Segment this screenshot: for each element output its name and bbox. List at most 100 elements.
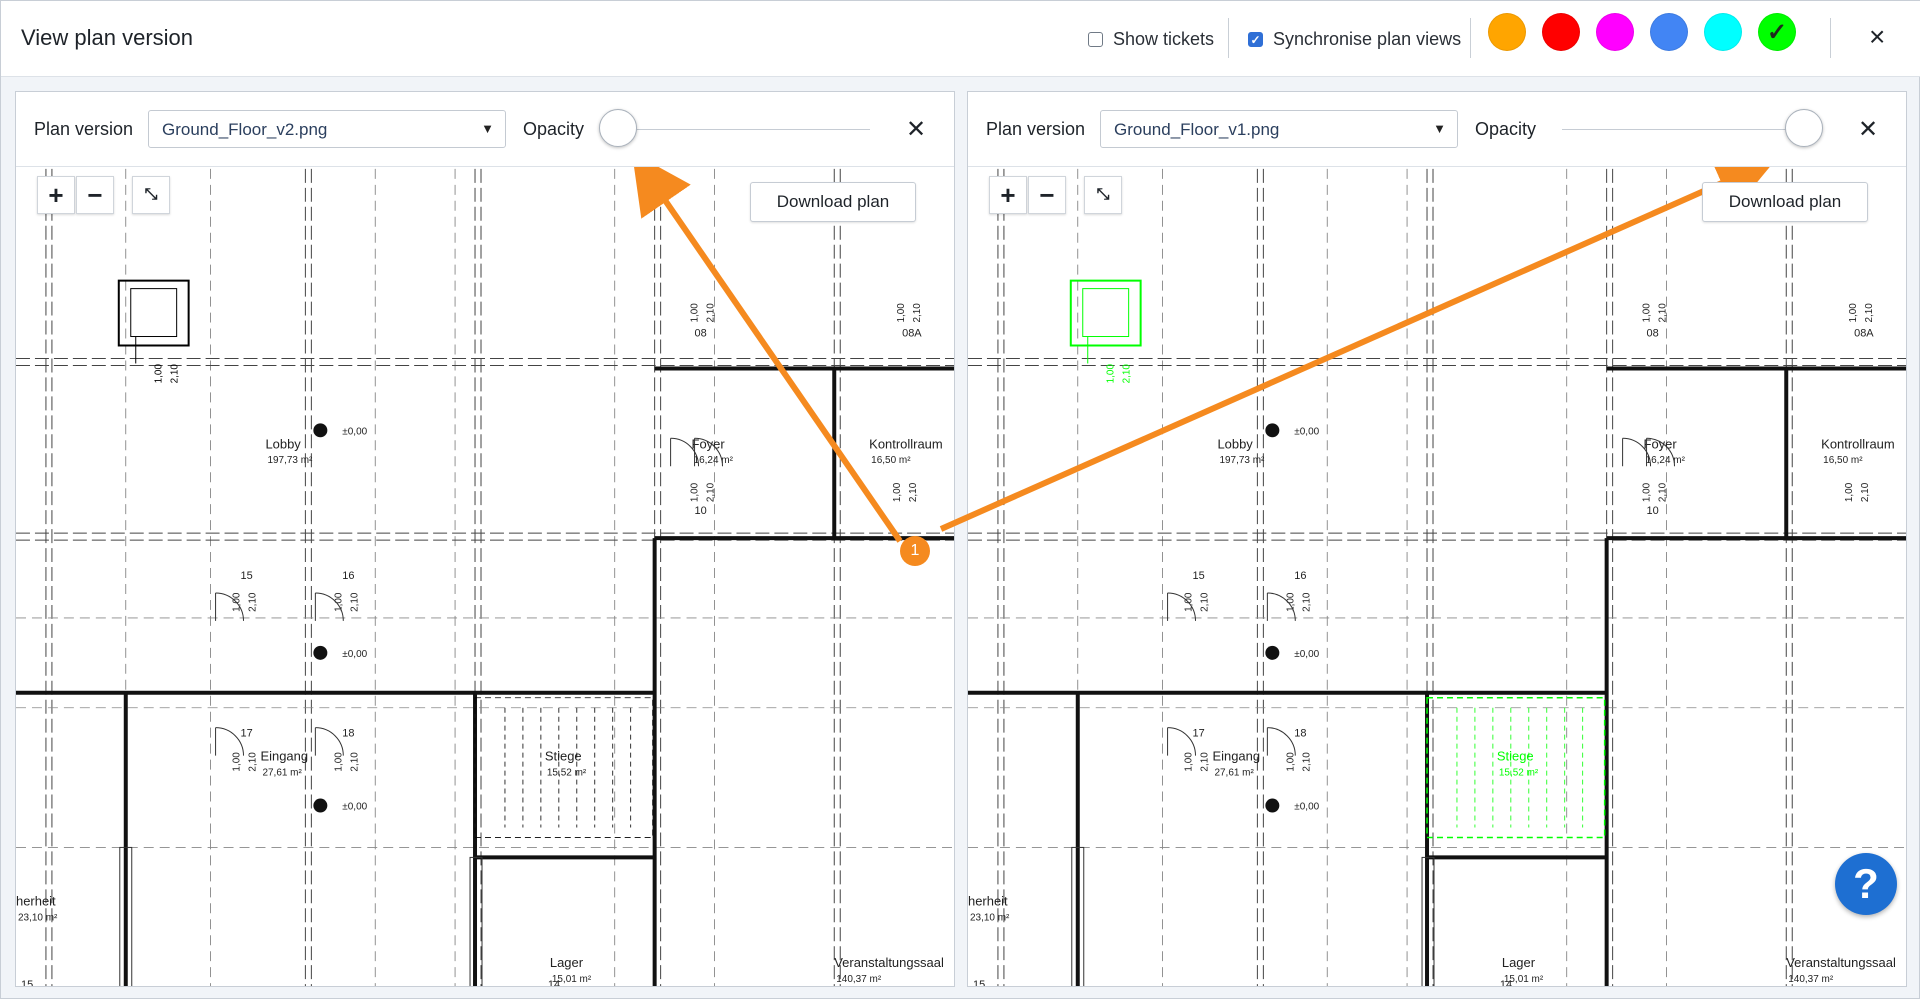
color-swatch-red[interactable]: [1542, 13, 1580, 51]
synchronise-label: Synchronise plan views: [1273, 29, 1462, 49]
room-area: 23,10 m²: [970, 912, 1010, 923]
level-marker-icon: [313, 423, 328, 438]
level-marker-icon: [1265, 645, 1280, 660]
room-area: 16,50 m²: [871, 455, 911, 466]
door-number: 08: [1647, 328, 1659, 340]
pane-toolbar: Plan version Ground_Floor_v1.png ▼ Opaci…: [968, 92, 1906, 167]
dimension-label: 2,10: [247, 592, 258, 612]
door-number: 17: [1193, 728, 1205, 740]
level-label: ±0,00: [342, 802, 367, 813]
room-area: 197,73 m²: [267, 455, 313, 466]
download-plan-button[interactable]: Download plan: [750, 182, 916, 222]
plan-version-select[interactable]: Ground_Floor_v1.png ▼: [1100, 110, 1458, 148]
opacity-slider-handle[interactable]: [599, 109, 637, 147]
help-button[interactable]: ?: [1835, 853, 1897, 915]
level-marker-icon: [1265, 423, 1280, 438]
elevator-cab: [130, 288, 178, 338]
plan-pane-right: Plan version Ground_Floor_v1.png ▼ Opaci…: [967, 91, 1907, 987]
callout-badge: 1: [900, 536, 930, 566]
download-plan-button[interactable]: Download plan: [1702, 182, 1868, 222]
color-swatch-blue[interactable]: [1650, 13, 1688, 51]
fit-screen-icon[interactable]: ⤡: [132, 176, 170, 214]
opacity-slider-track[interactable]: [618, 129, 870, 130]
synchronise-checkbox[interactable]: ✓ Synchronise plan views: [1248, 29, 1461, 50]
dimension-label: 2,10: [1301, 592, 1312, 612]
room-area: 16,24 m²: [1646, 455, 1686, 466]
room-name-kontrollraum: Kontrollraum: [869, 436, 943, 451]
dimension-label: 2,10: [1860, 482, 1871, 502]
door-swing: [1267, 727, 1296, 756]
plan-version-label: Plan version: [34, 119, 134, 139]
zoom-out-button[interactable]: −: [76, 176, 114, 214]
chevron-down-icon: ▼: [1433, 121, 1446, 136]
opacity-slider-track[interactable]: [1562, 129, 1814, 130]
color-swatch-green[interactable]: ✓: [1758, 13, 1796, 51]
room-area: 140,37 m²: [836, 974, 882, 985]
plan-pane-left: Plan version Ground_Floor_v2.png ▼ Opaci…: [15, 91, 955, 987]
selected-file: Ground_Floor_v2.png: [162, 120, 328, 139]
dimension-label: 2,10: [349, 592, 360, 612]
door-number: 08A: [902, 328, 922, 340]
zoom-out-button[interactable]: −: [1028, 176, 1066, 214]
dialog-header: View plan version Show tickets ✓ Synchro…: [1, 1, 1920, 77]
dimension-label: 1,00: [1285, 752, 1296, 772]
room-name-herheit: herheit: [16, 893, 56, 908]
room-name-stiege: Stiege: [1497, 749, 1534, 764]
level-label: ±0,00: [1294, 649, 1319, 660]
dimension-label: 2,10: [247, 752, 258, 772]
close-pane-icon[interactable]: ✕: [1858, 115, 1878, 144]
dimension-label: 1,00: [154, 364, 165, 384]
show-tickets-checkbox[interactable]: Show tickets: [1088, 29, 1214, 50]
floor-plan-image[interactable]: 1,00 2,10Stiege15,52 m²Lobby197,73 m²Foye…: [968, 168, 1906, 987]
floor-plan-image[interactable]: 1,00 2,10Stiege15,52 m²Lobby197,73 m²Foye…: [16, 168, 954, 987]
checkmark-icon: ✓: [1766, 18, 1788, 46]
color-swatch-cyan[interactable]: [1704, 13, 1742, 51]
opacity-slider-handle[interactable]: [1785, 109, 1823, 147]
elevator-outline: [1069, 279, 1142, 347]
room-name-lobby: Lobby: [265, 436, 301, 451]
close-pane-icon[interactable]: ✕: [906, 115, 926, 144]
dimension-label: 2,10: [1864, 303, 1875, 323]
dimension-label: 2,10: [706, 303, 717, 323]
color-swatch-orange[interactable]: [1488, 13, 1526, 51]
room-area-stiege: 15,52 m²: [547, 768, 587, 779]
checkbox-checked-icon[interactable]: ✓: [1248, 32, 1263, 47]
room-name-veranstaltungssaal: Veranstaltungssaal: [834, 955, 944, 970]
level-marker-icon: [1265, 798, 1280, 813]
level-label: ±0,00: [1294, 426, 1319, 437]
show-tickets-label: Show tickets: [1113, 29, 1215, 49]
door-number: 18: [342, 728, 354, 740]
dimension-label: 2,10: [1199, 592, 1210, 612]
room-name-stiege: Stiege: [545, 749, 582, 764]
dimension-label: 1,00: [1642, 303, 1653, 323]
zoom-in-button[interactable]: +: [37, 176, 75, 214]
dimension-label: 2,10: [170, 364, 181, 384]
fit-screen-icon[interactable]: ⤡: [1084, 176, 1122, 214]
dimension-label: 2,10: [706, 482, 717, 502]
dimension-label: 1,00: [333, 752, 344, 772]
door-number: 18: [1294, 728, 1306, 740]
zoom-in-button[interactable]: +: [989, 176, 1027, 214]
room-name-kontrollraum: Kontrollraum: [1821, 436, 1895, 451]
door-number: 10: [1647, 505, 1659, 517]
divider: [1470, 18, 1471, 58]
dialog-title: View plan version: [21, 25, 194, 50]
divider: [1228, 18, 1229, 58]
opacity-label: Opacity: [523, 119, 585, 139]
dimension-label: 1,00: [232, 752, 243, 772]
room-area: 16,24 m²: [694, 455, 734, 466]
close-icon[interactable]: ×: [1869, 23, 1885, 51]
dimension-label: 1,00: [690, 303, 701, 323]
door-number: 17: [241, 728, 253, 740]
color-swatch-magenta[interactable]: [1596, 13, 1634, 51]
plan-version-select[interactable]: Ground_Floor_v2.png ▼: [148, 110, 506, 148]
elevator-cab: [1082, 288, 1130, 338]
room-name-eingang: Eingang: [1212, 749, 1260, 764]
level-label: ±0,00: [342, 426, 367, 437]
view-plan-version-dialog: View plan version Show tickets ✓ Synchro…: [0, 0, 1920, 999]
checkbox-unchecked-icon[interactable]: [1088, 32, 1103, 47]
door-number: 15: [21, 979, 33, 987]
divider: [1830, 18, 1831, 58]
dimension-label: 1,00: [1848, 303, 1859, 323]
dimension-label: 2,10: [912, 303, 923, 323]
